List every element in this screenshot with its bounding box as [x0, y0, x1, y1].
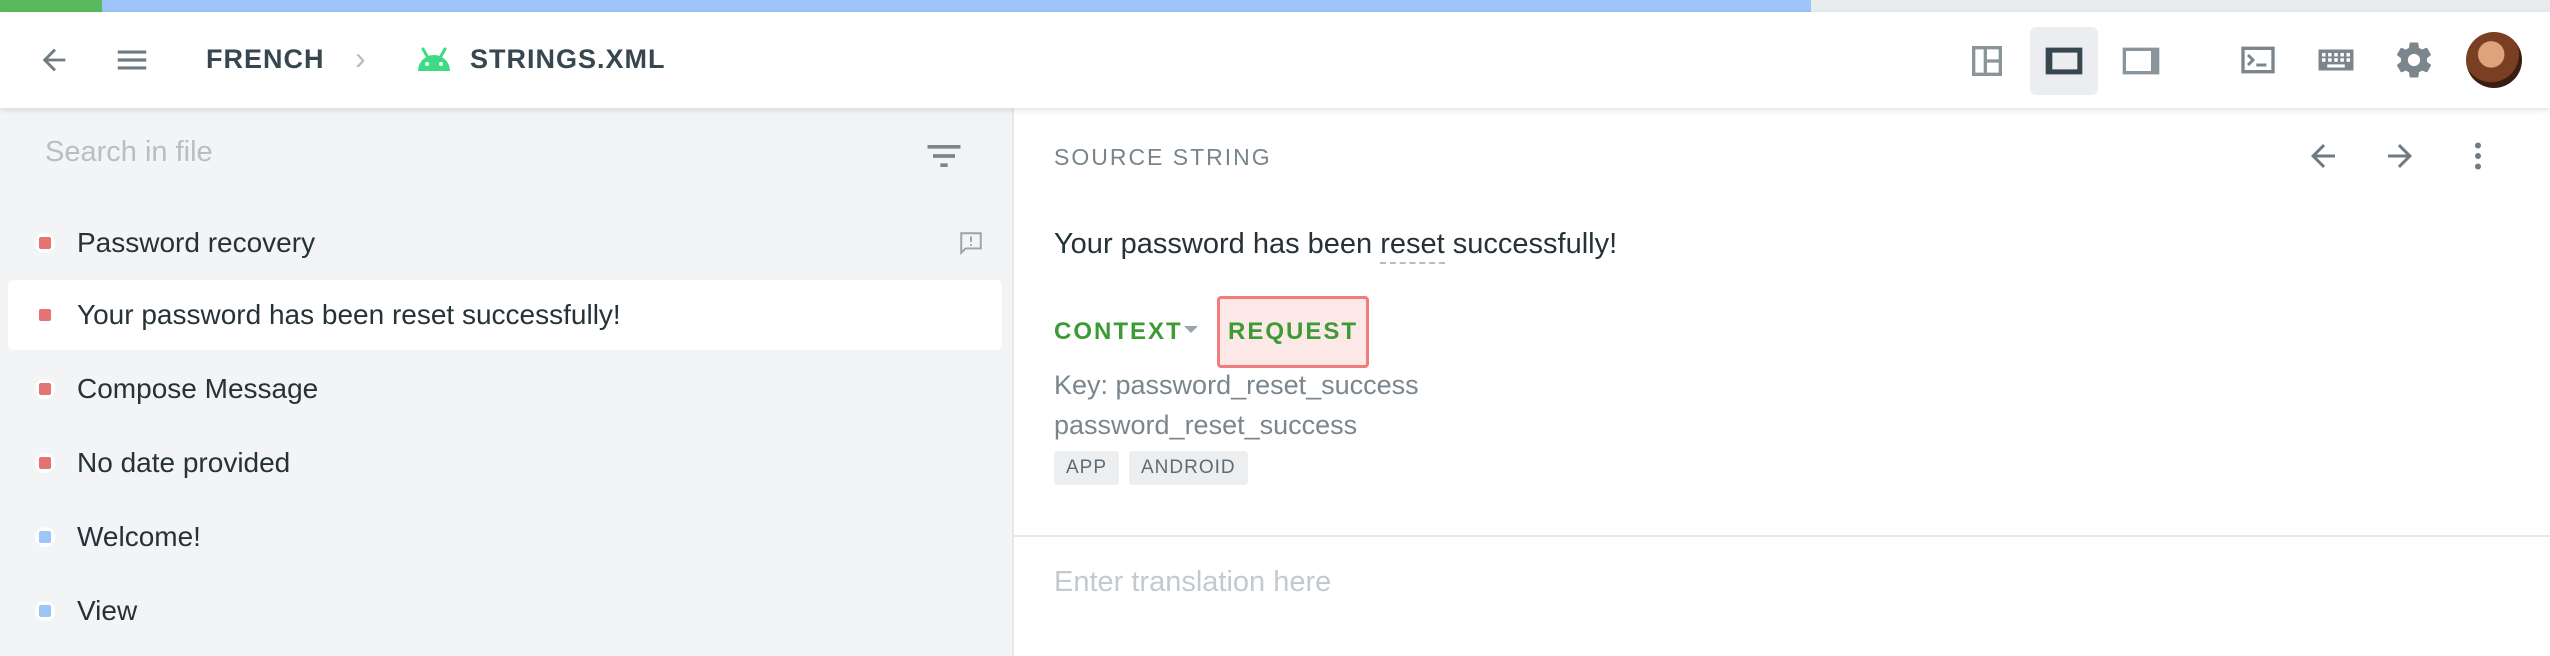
glossary-term[interactable]: reset [1380, 228, 1445, 264]
list-item-label: Welcome! [77, 521, 201, 552]
tag-android: ANDROID [1129, 451, 1248, 485]
request-context-button[interactable]: REQUEST [1217, 296, 1369, 368]
search-input[interactable]: Search in file [45, 136, 213, 169]
string-identifier: password_reset_success [1054, 410, 1358, 440]
comment-icon[interactable] [958, 230, 984, 261]
translated-progress-segment [0, 0, 102, 12]
top-bar: FRENCH › STRINGS.XML [0, 12, 2550, 108]
status-untranslated-icon [35, 233, 55, 253]
list-item-label: Password recovery [77, 227, 316, 258]
next-string-icon[interactable] [2376, 132, 2424, 180]
in-progress-segment [102, 0, 1811, 12]
source-string-text: Your password has been reset successfull… [1054, 228, 1618, 264]
source-string-heading: SOURCE STRING [1054, 144, 1272, 170]
tag-app: APP [1054, 451, 1120, 485]
breadcrumb-file[interactable]: STRINGS.XML [470, 44, 666, 75]
list-item-label: Compose Message [77, 373, 319, 404]
divider [1014, 535, 2550, 537]
chevron-right-icon: › [355, 40, 366, 76]
source-text-before: Your password has been [1054, 228, 1381, 260]
breadcrumb-language[interactable]: FRENCH [206, 44, 325, 75]
context-toggle[interactable]: CONTEXT [1054, 318, 1183, 346]
android-icon [410, 36, 458, 84]
layout-right-panel-icon[interactable] [2107, 27, 2175, 95]
arrow-left-icon[interactable] [30, 36, 78, 84]
layout-grid-icon[interactable] [1953, 27, 2021, 95]
list-item[interactable]: No date provided [8, 428, 1002, 498]
caret-down-icon[interactable] [1184, 326, 1198, 333]
string-key: Key: password_reset_success [1054, 370, 1419, 400]
status-translated-icon [35, 527, 55, 547]
list-item-selected[interactable]: Your password has been reset successfull… [8, 280, 1002, 350]
user-avatar[interactable] [2466, 32, 2522, 88]
terminal-icon[interactable] [2234, 36, 2282, 84]
strings-sidebar: Search in file Password recovery Your pa… [0, 108, 1012, 656]
list-item[interactable]: Compose Message [8, 354, 1002, 424]
status-translated-icon [35, 601, 55, 621]
source-text-after: successfully! [1444, 228, 1618, 260]
layout-left-panel-icon[interactable] [2030, 27, 2098, 95]
status-untranslated-icon [35, 379, 55, 399]
list-item[interactable]: View [8, 576, 1002, 646]
list-item-label: No date provided [77, 447, 291, 478]
list-item[interactable]: Password recovery [8, 208, 1002, 278]
status-untranslated-icon [35, 305, 55, 325]
filter-icon[interactable] [922, 134, 966, 183]
list-item-label: Your password has been reset successfull… [77, 299, 621, 330]
editor-panel: SOURCE STRING Your password has been res… [1012, 108, 2550, 656]
previous-string-icon[interactable] [2299, 132, 2347, 180]
translation-input[interactable]: Enter translation here [1054, 566, 1331, 599]
list-item[interactable]: Welcome! [8, 502, 1002, 572]
status-untranslated-icon [35, 453, 55, 473]
list-item-label: View [77, 595, 138, 626]
gear-icon[interactable] [2390, 36, 2438, 84]
translation-progress-bar [0, 0, 2550, 12]
keyboard-icon[interactable] [2312, 36, 2360, 84]
hamburger-menu-icon[interactable] [108, 36, 156, 84]
more-vert-icon[interactable] [2454, 132, 2502, 180]
